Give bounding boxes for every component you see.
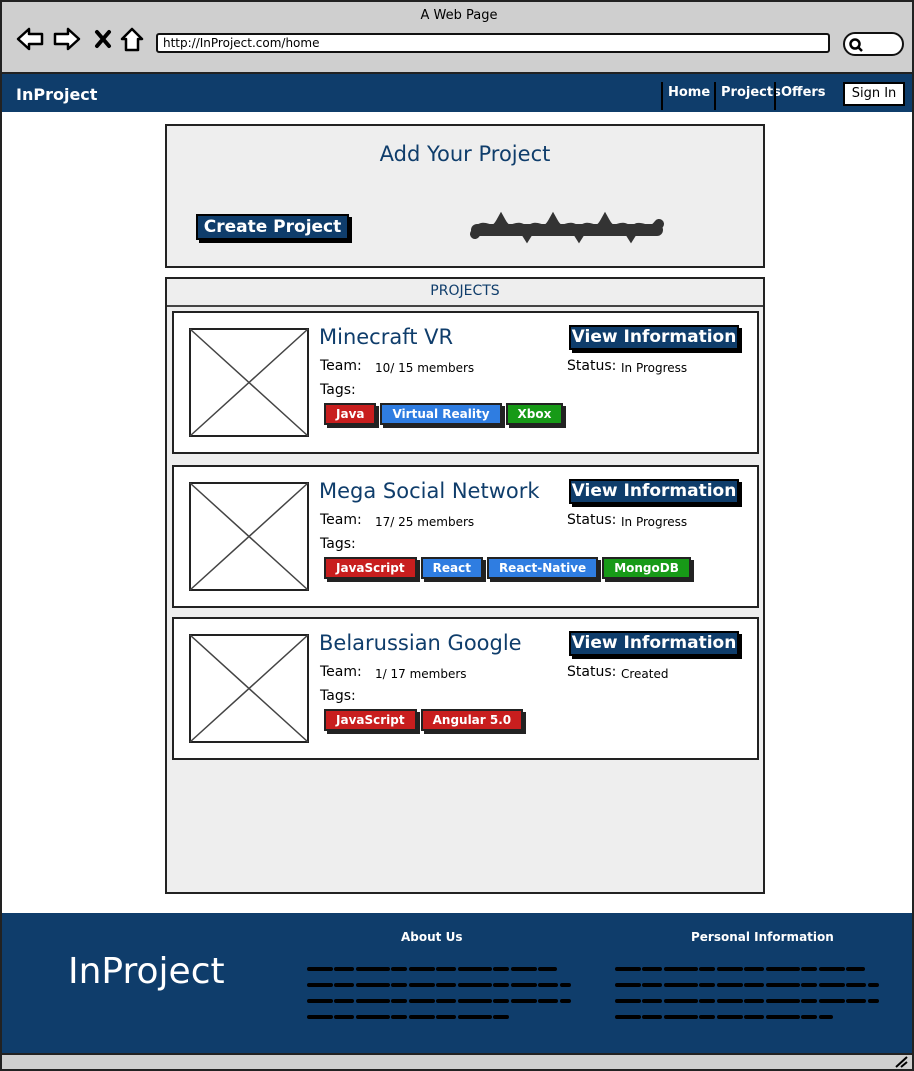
tag-list: JavaScript Angular 5.0 <box>324 709 524 731</box>
address-bar[interactable]: http://InProject.com/home <box>156 33 830 53</box>
main-content: Add Your Project Create Project PROJECTS… <box>0 112 914 913</box>
nav-offers[interactable]: Offers <box>774 82 826 110</box>
view-information-button[interactable]: View Information <box>569 631 739 656</box>
project-card: Mega Social Network View Information Tea… <box>172 465 759 608</box>
personal-information-heading[interactable]: Personal Information <box>691 930 834 944</box>
projects-panel: PROJECTS Minecraft VR View Information T… <box>165 277 765 894</box>
close-icon[interactable] <box>88 25 118 53</box>
add-project-title: Add Your Project <box>379 142 551 166</box>
status-label: Status: <box>567 664 617 680</box>
create-project-button[interactable]: Create Project <box>196 214 349 240</box>
team-label: Team: <box>320 358 362 374</box>
tag[interactable]: JavaScript <box>324 709 417 731</box>
project-card: Belarussian Google View Information Team… <box>172 617 759 760</box>
view-information-button[interactable]: View Information <box>569 325 739 350</box>
project-card: Minecraft VR View Information Team: 10/ … <box>172 311 759 454</box>
nav-projects[interactable]: Projects <box>714 82 781 110</box>
status-value: In Progress <box>621 361 688 375</box>
sign-in-button[interactable]: Sign In <box>843 82 905 106</box>
tags-label: Tags: <box>320 536 356 552</box>
project-title[interactable]: Belarussian Google <box>319 631 522 655</box>
scribbled-text-block <box>307 967 571 1019</box>
tag[interactable]: Xbox <box>505 403 564 425</box>
window-title: A Web Page <box>420 8 498 23</box>
tag[interactable]: Angular 5.0 <box>420 709 524 731</box>
back-arrow-icon[interactable] <box>15 25 45 53</box>
tag[interactable]: Java <box>324 403 377 425</box>
team-value: 17/ 25 members <box>375 515 475 529</box>
tag[interactable]: MongoDB <box>602 557 691 579</box>
image-placeholder-icon <box>189 328 309 437</box>
tag[interactable]: React-Native <box>486 557 599 579</box>
search-icon <box>849 38 863 52</box>
browser-chrome: A Web Page http://InProject.com/home <box>0 0 914 72</box>
browser-search-box[interactable] <box>843 32 904 56</box>
tag-list: Java Virtual Reality Xbox <box>324 403 564 425</box>
scribbled-text-placeholder <box>470 211 664 244</box>
team-value: 1/ 17 members <box>375 667 467 681</box>
team-label: Team: <box>320 512 362 528</box>
navbar: InProject Home Projects Offers Sign In <box>0 72 914 112</box>
tag[interactable]: Virtual Reality <box>380 403 502 425</box>
add-project-panel: Add Your Project Create Project <box>165 124 765 268</box>
project-title[interactable]: Minecraft VR <box>319 325 453 349</box>
tags-label: Tags: <box>320 382 356 398</box>
team-label: Team: <box>320 664 362 680</box>
status-label: Status: <box>567 512 617 528</box>
project-title[interactable]: Mega Social Network <box>319 479 540 503</box>
tag[interactable]: JavaScript <box>324 557 417 579</box>
browser-status-bar <box>0 1053 914 1071</box>
about-us-heading[interactable]: About Us <box>401 930 462 944</box>
image-placeholder-icon <box>189 482 309 591</box>
tags-label: Tags: <box>320 688 356 704</box>
status-value: Created <box>621 667 669 681</box>
image-placeholder-icon <box>189 634 309 743</box>
brand-logo[interactable]: InProject <box>16 85 97 104</box>
projects-header: PROJECTS <box>167 279 763 307</box>
tag[interactable]: React <box>420 557 483 579</box>
nav-home[interactable]: Home <box>661 82 710 110</box>
team-value: 10/ 15 members <box>375 361 475 375</box>
status-value: In Progress <box>621 515 688 529</box>
resize-handle-icon[interactable] <box>894 1056 908 1068</box>
footer-brand: InProject <box>68 951 225 992</box>
scribbled-text-block <box>615 967 879 1019</box>
view-information-button[interactable]: View Information <box>569 479 739 504</box>
home-icon[interactable] <box>117 25 147 53</box>
forward-arrow-icon[interactable] <box>52 25 82 53</box>
status-label: Status: <box>567 358 617 374</box>
footer: InProject About Us Personal Information <box>0 913 914 1053</box>
tag-list: JavaScript React React-Native MongoDB <box>324 557 691 579</box>
